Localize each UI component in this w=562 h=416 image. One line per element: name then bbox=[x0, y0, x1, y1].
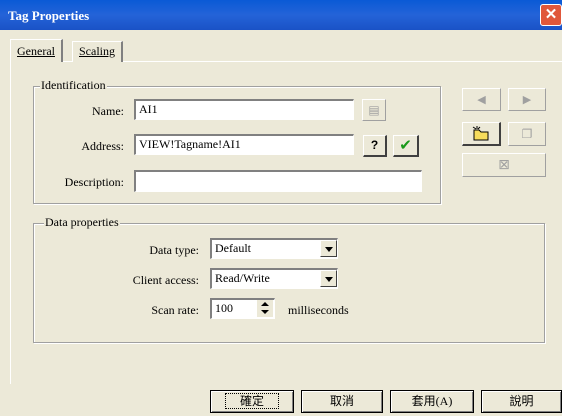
client-access-select[interactable]: Read/Write bbox=[210, 268, 338, 289]
name-label: Name: bbox=[92, 104, 124, 118]
next-button[interactable]: ▶ bbox=[508, 88, 546, 111]
new-folder-icon bbox=[472, 126, 489, 141]
delete-button[interactable]: ⊠ bbox=[462, 153, 546, 177]
previous-button[interactable]: ◀ bbox=[462, 88, 501, 111]
apply-button[interactable]: 套用(A) bbox=[390, 390, 474, 413]
data-type-select[interactable]: Default bbox=[210, 238, 338, 259]
address-field[interactable]: VIEW!Tagname!AI1 bbox=[134, 134, 354, 155]
new-tag-button[interactable] bbox=[462, 122, 501, 146]
data-type-label: Data type: bbox=[149, 243, 199, 257]
tag-browse-button[interactable]: ▤ bbox=[362, 99, 386, 121]
spin-up-icon[interactable] bbox=[261, 302, 269, 306]
scan-rate-field[interactable]: 100 bbox=[210, 298, 275, 319]
chevron-down-icon[interactable] bbox=[320, 240, 337, 257]
address-help-button[interactable]: ? bbox=[363, 135, 387, 157]
ok-button[interactable]: 確定 bbox=[210, 390, 294, 413]
tab-scaling[interactable]: Scaling bbox=[72, 41, 123, 62]
description-label: Description: bbox=[64, 175, 124, 189]
window-title: Tag Properties bbox=[8, 8, 90, 23]
arrow-left-icon: ◀ bbox=[477, 93, 486, 106]
client-access-label: Client access: bbox=[132, 273, 199, 287]
description-field[interactable] bbox=[134, 170, 422, 192]
scan-rate-spinner[interactable] bbox=[256, 300, 273, 317]
scan-rate-label: Scan rate: bbox=[151, 303, 199, 317]
identification-group-label: Identification bbox=[40, 78, 107, 93]
tag-list-icon: ▤ bbox=[368, 103, 380, 117]
scan-rate-unit: milliseconds bbox=[288, 303, 349, 317]
arrow-right-icon: ▶ bbox=[522, 93, 532, 106]
data-properties-group-label: Data properties bbox=[44, 215, 120, 230]
name-field[interactable]: AI1 bbox=[134, 99, 354, 120]
tab-general[interactable]: General bbox=[10, 39, 63, 62]
duplicate-button[interactable]: ❐ bbox=[508, 122, 546, 146]
spin-down-icon[interactable] bbox=[261, 310, 269, 314]
close-button[interactable]: ✕ bbox=[540, 4, 562, 26]
chevron-down-icon[interactable] bbox=[320, 270, 337, 287]
delete-icon: ⊠ bbox=[498, 157, 510, 173]
check-icon[interactable]: ✔ bbox=[393, 135, 419, 157]
copy-icon: ❐ bbox=[521, 127, 533, 141]
address-label: Address: bbox=[81, 139, 124, 153]
cancel-button[interactable]: 取消 bbox=[301, 390, 383, 413]
help-button[interactable]: 說明 bbox=[481, 390, 562, 413]
